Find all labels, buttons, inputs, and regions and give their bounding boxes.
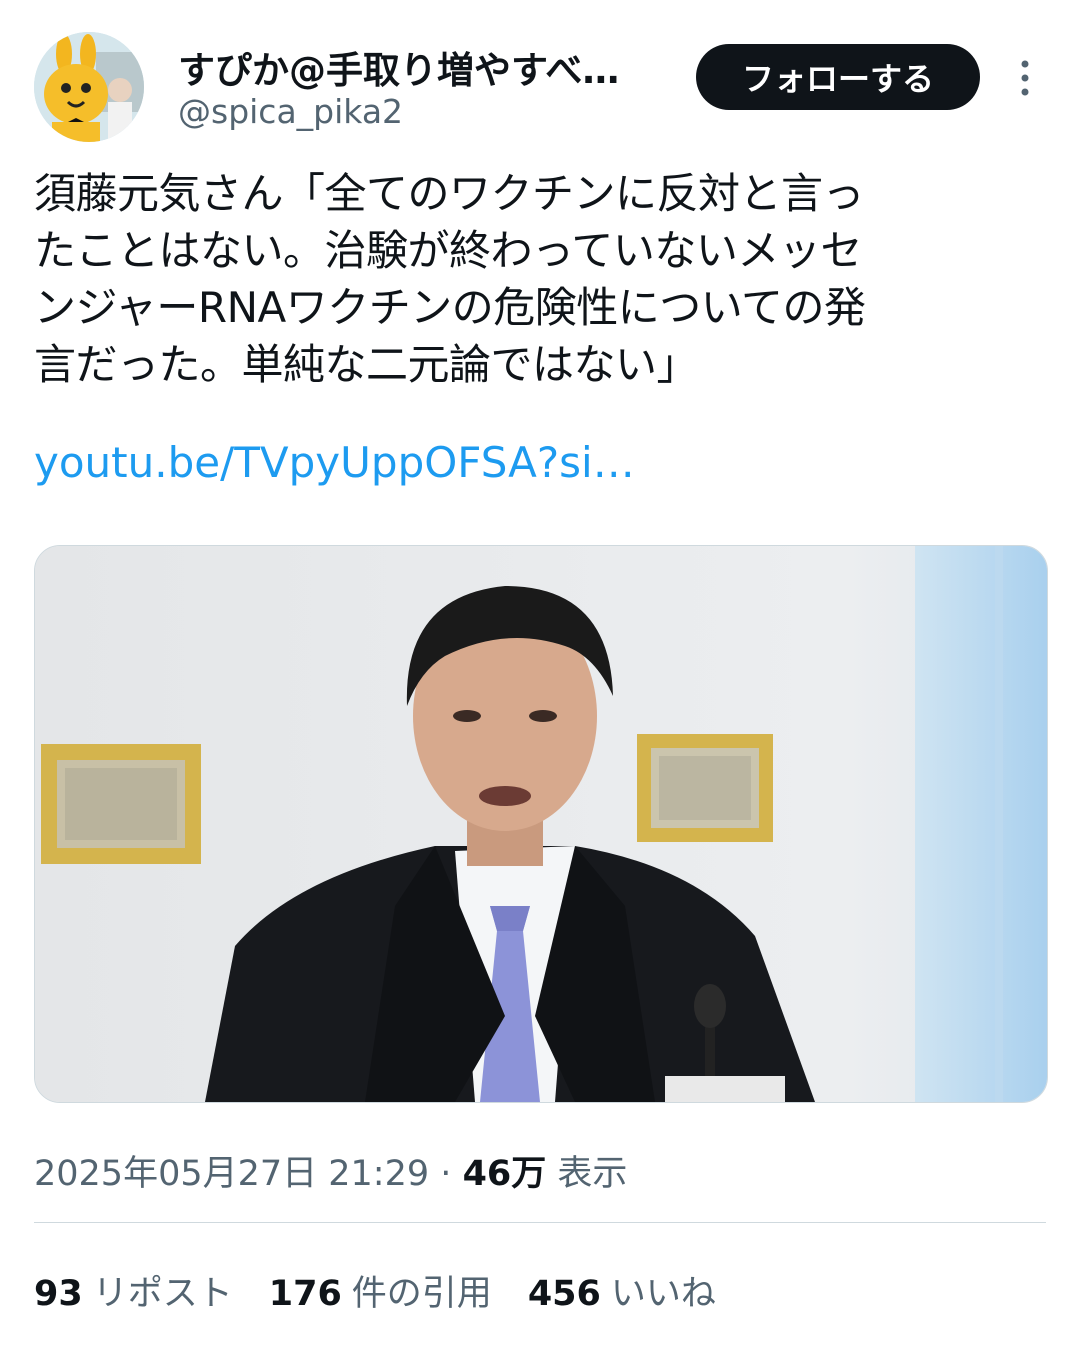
reposts-label: リポスト	[92, 1274, 233, 1314]
meta-separator: ·	[440, 1154, 452, 1194]
engagement-stats: 93 リポスト 176 件の引用 456 いいね	[34, 1265, 752, 1316]
tweet-text-line: たことはない。治験が終わっていないメッセ	[34, 226, 862, 275]
youtube-link[interactable]: youtu.be/TVpyUppOFSA?si…	[34, 438, 635, 487]
tweet-meta: 2025年05月27日 21:29 · 46万 表示	[34, 1145, 627, 1196]
reposts-count: 93	[34, 1274, 83, 1314]
avatar[interactable]	[34, 32, 144, 142]
avatar-image	[34, 32, 144, 142]
author-handle[interactable]: @spica_pika2	[178, 92, 403, 131]
tweet-text-line: ンジャーRNAワクチンの危険性についての発	[34, 283, 866, 332]
tweet-text-line: 言だった。単純な二元論ではない」	[34, 340, 699, 389]
tweet-text: 須藤元気さん「全てのワクチンに反対と言っ たことはない。治験が終わっていないメッ…	[34, 165, 1054, 393]
quotes-label: 件の引用	[351, 1274, 492, 1314]
follow-button[interactable]: フォローする	[696, 44, 980, 110]
timestamp[interactable]: 2025年05月27日 21:29	[34, 1154, 429, 1194]
quotes-stat[interactable]: 176 件の引用	[269, 1265, 492, 1316]
divider	[34, 1222, 1046, 1223]
views-label: 表示	[557, 1154, 628, 1194]
photo-man-speaking	[35, 546, 1047, 1102]
reposts-stat[interactable]: 93 リポスト	[34, 1265, 233, 1316]
tweet-text-line: 須藤元気さん「全てのワクチンに反対と言っ	[34, 169, 865, 218]
likes-count: 456	[527, 1274, 601, 1314]
quotes-count: 176	[268, 1274, 342, 1314]
views-count: 46万	[462, 1154, 547, 1194]
more-vertical-icon[interactable]	[1010, 56, 1040, 100]
tweet-image[interactable]	[34, 545, 1048, 1103]
likes-label: いいね	[610, 1274, 716, 1314]
likes-stat[interactable]: 456 いいね	[528, 1265, 716, 1316]
author-name[interactable]: すぴか@手取り増やすべ…	[178, 40, 619, 94]
